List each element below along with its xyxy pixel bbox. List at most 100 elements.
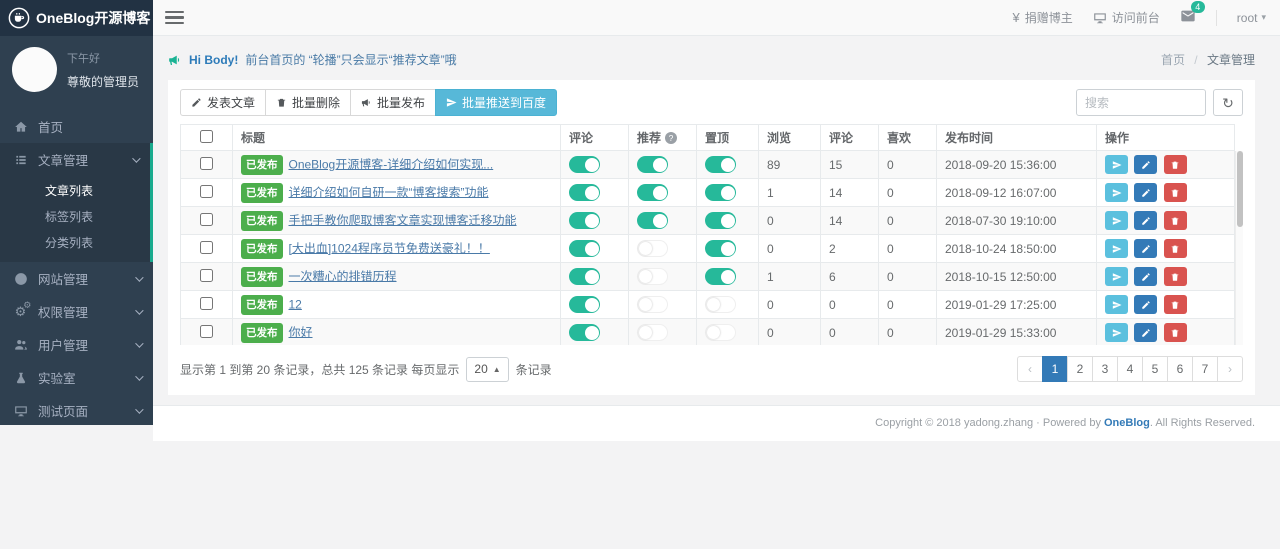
avatar[interactable] xyxy=(12,47,57,92)
recommend-toggle[interactable] xyxy=(637,212,668,229)
donate-link[interactable]: ¥ 捐赠博主 xyxy=(1013,9,1073,26)
article-title-link[interactable]: 你好 xyxy=(289,325,313,339)
article-title-link[interactable]: 一次糟心的排错历程 xyxy=(289,269,397,283)
comment-toggle[interactable] xyxy=(569,240,600,257)
article-title-link[interactable]: [大出血]1024程序员节免费送豪礼！！ xyxy=(289,241,490,255)
recommend-toggle[interactable] xyxy=(637,296,668,313)
sidebar-item-category-list[interactable]: 分类列表 xyxy=(0,230,150,256)
article-title-link[interactable]: OneBlog开源博客-详细介绍如何实现... xyxy=(289,157,494,171)
search-input[interactable] xyxy=(1076,89,1206,116)
edit-button[interactable] xyxy=(1134,295,1158,314)
breadcrumb-home-link[interactable]: 首页 xyxy=(1161,53,1185,67)
top-toggle[interactable] xyxy=(705,212,736,229)
edit-button[interactable] xyxy=(1134,155,1158,174)
recommend-toggle[interactable] xyxy=(637,156,668,173)
row-checkbox[interactable] xyxy=(200,324,213,338)
edit-button[interactable] xyxy=(1134,323,1158,342)
delete-button[interactable] xyxy=(1163,155,1187,174)
table-row: 已发布 手把手教你爬取博客文章实现博客迁移功能 0 14 0 2018-07-30… xyxy=(180,206,1235,235)
edit-button[interactable] xyxy=(1134,183,1158,202)
delete-button[interactable] xyxy=(1163,183,1187,202)
edit-button[interactable] xyxy=(1134,239,1158,258)
pagination-page-button[interactable]: 5 xyxy=(1142,356,1168,382)
recommend-toggle[interactable] xyxy=(637,184,668,201)
batch-publish-button[interactable]: 批量发布 xyxy=(350,89,437,116)
sidebar-item-home[interactable]: 首页 xyxy=(0,110,153,143)
recommend-toggle[interactable] xyxy=(637,268,668,285)
row-checkbox[interactable] xyxy=(200,268,213,282)
table-scrollbar[interactable] xyxy=(1235,151,1243,345)
sidebar-item-user-management[interactable]: 用户管理 xyxy=(0,328,153,361)
batch-delete-button[interactable]: 批量删除 xyxy=(265,89,352,116)
messages-button[interactable]: 4 xyxy=(1180,1,1205,27)
menu-toggle-button[interactable] xyxy=(165,8,184,28)
delete-button[interactable] xyxy=(1163,295,1187,314)
push-baidu-button[interactable] xyxy=(1105,155,1128,174)
app-logo[interactable]: OneBlog开源博客 xyxy=(0,0,153,36)
sidebar-item-tag-list[interactable]: 标签列表 xyxy=(0,204,150,230)
paper-plane-icon xyxy=(1112,160,1122,169)
recommend-toggle[interactable] xyxy=(637,240,668,257)
row-checkbox[interactable] xyxy=(200,156,213,170)
pagination-prev-button[interactable]: ‹ xyxy=(1017,356,1043,382)
row-checkbox[interactable] xyxy=(200,296,213,310)
article-title-link[interactable]: 12 xyxy=(289,297,302,311)
desktop-icon xyxy=(12,404,29,418)
push-baidu-button[interactable] xyxy=(1105,239,1128,258)
article-title-link[interactable]: 详细介绍如何自研一款“博客搜索”功能 xyxy=(289,185,489,199)
pagination-next-button[interactable]: › xyxy=(1217,356,1243,382)
sidebar-item-article-list[interactable]: 文章列表 xyxy=(0,178,150,204)
push-baidu-button[interactable] xyxy=(1105,183,1128,202)
brand-link[interactable]: OneBlog xyxy=(1104,417,1150,429)
pagination-page-button[interactable]: 7 xyxy=(1192,356,1218,382)
sidebar-item-test-page[interactable]: 测试页面 xyxy=(0,394,153,427)
top-toggle[interactable] xyxy=(705,156,736,173)
delete-button[interactable] xyxy=(1163,239,1187,258)
comment-toggle[interactable] xyxy=(569,212,600,229)
top-toggle[interactable] xyxy=(705,296,736,313)
sidebar-item-laboratory[interactable]: 实验室 xyxy=(0,361,153,394)
select-all-checkbox[interactable] xyxy=(200,129,213,143)
row-checkbox[interactable] xyxy=(200,184,213,198)
pagination-page-button[interactable]: 1 xyxy=(1042,356,1068,382)
delete-button[interactable] xyxy=(1163,323,1187,342)
pagination-page-button[interactable]: 3 xyxy=(1092,356,1118,382)
sidebar-item-label: 用户管理 xyxy=(38,339,89,353)
top-toggle[interactable] xyxy=(705,240,736,257)
push-baidu-button[interactable] xyxy=(1105,323,1128,342)
top-toggle[interactable] xyxy=(705,324,736,341)
user-menu[interactable]: root ▾ xyxy=(1237,11,1266,25)
scrollbar-thumb[interactable] xyxy=(1237,151,1243,227)
pagination-page-button[interactable]: 2 xyxy=(1067,356,1093,382)
recommend-toggle[interactable] xyxy=(637,324,668,341)
row-checkbox[interactable] xyxy=(200,212,213,226)
pagination-page-button[interactable]: 4 xyxy=(1117,356,1143,382)
delete-button[interactable] xyxy=(1163,211,1187,230)
comment-toggle[interactable] xyxy=(569,268,600,285)
page-size-select[interactable]: 20 ▲ xyxy=(466,356,509,382)
pagination-page-button[interactable]: 6 xyxy=(1167,356,1193,382)
comment-toggle[interactable] xyxy=(569,156,600,173)
batch-push-baidu-button[interactable]: 批量推送到百度 xyxy=(435,89,558,116)
comment-toggle[interactable] xyxy=(569,296,600,313)
sidebar-item-permission-management[interactable]: ⚙ ⚙ 权限管理 xyxy=(0,295,153,328)
comment-toggle[interactable] xyxy=(569,184,600,201)
push-baidu-button[interactable] xyxy=(1105,267,1128,286)
sidebar-item-article-management[interactable]: 文章管理 xyxy=(0,143,150,176)
refresh-button[interactable]: ↻ xyxy=(1213,89,1243,116)
top-toggle[interactable] xyxy=(705,184,736,201)
delete-button[interactable] xyxy=(1163,267,1187,286)
sidebar-item-site-management[interactable]: 网站管理 xyxy=(0,262,153,295)
pagination-info: 显示第 1 到第 20 条记录，总共 125 条记录 每页显示 20 ▲ 条记录 xyxy=(180,356,552,382)
push-baidu-button[interactable] xyxy=(1105,211,1128,230)
edit-button[interactable] xyxy=(1134,267,1158,286)
publish-article-button[interactable]: 发表文章 xyxy=(180,89,267,116)
visit-site-link[interactable]: 访问前台 xyxy=(1093,9,1160,26)
top-toggle[interactable] xyxy=(705,268,736,285)
article-title-link[interactable]: 手把手教你爬取博客文章实现博客迁移功能 xyxy=(289,213,517,227)
push-baidu-button[interactable] xyxy=(1105,295,1128,314)
breadcrumb: 首页 / 文章管理 xyxy=(1161,51,1255,68)
edit-button[interactable] xyxy=(1134,211,1158,230)
row-checkbox[interactable] xyxy=(200,240,213,254)
comment-toggle[interactable] xyxy=(569,324,600,341)
